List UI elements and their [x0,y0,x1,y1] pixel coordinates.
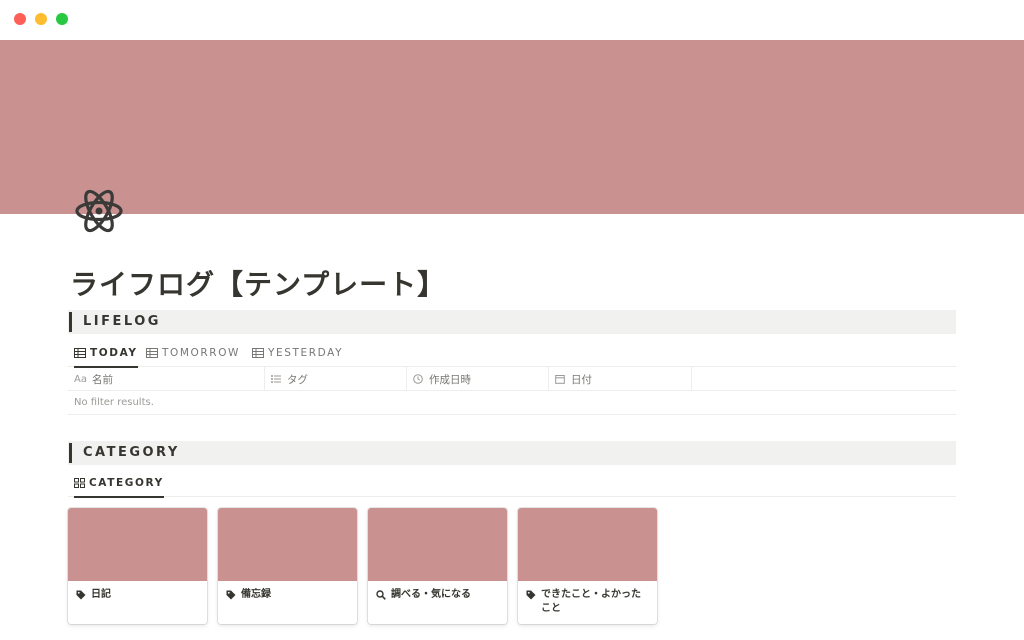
card-cover [218,508,357,581]
lifelog-view-tabs: TODAY TOMORROW YESTERDAY [68,339,956,368]
lifelog-heading: LIFELOG [68,310,956,334]
column-header-name[interactable]: Aa 名前 [68,367,265,391]
category-view-tabs: CATEGORY [68,469,956,498]
gallery-icon [74,478,85,488]
card-title-text: 備忘録 [241,589,271,600]
column-created-label: 作成日時 [429,373,471,386]
column-name-label: 名前 [91,373,113,386]
category-card[interactable]: 日記 [68,508,207,624]
category-heading-label: CATEGORY [83,445,180,460]
tab-today-label: TODAY [90,347,138,359]
window-titlebar [0,0,1024,40]
card-title-text: 調べる・気になる [391,589,471,600]
calendar-icon [555,375,565,384]
lifelog-heading-label: LIFELOG [83,314,161,329]
table-icon [146,348,158,358]
tag-icon [526,590,536,600]
heading-accent-bar [69,443,72,463]
card-title: 備忘録 [218,581,357,602]
card-title: できたこと・よかったこと [518,581,657,616]
list-icon [271,375,281,383]
tab-category[interactable]: CATEGORY [74,469,164,498]
tab-category-label: CATEGORY [89,477,164,489]
tab-tomorrow-label: TOMORROW [162,347,241,359]
page-cover[interactable] [0,40,1024,214]
aa-text-icon: Aa [74,373,87,385]
tab-yesterday-label: YESTERDAY [268,347,344,359]
page-title[interactable]: ライフログ【テンプレート】 [70,263,670,303]
tab-yesterday[interactable]: YESTERDAY [252,339,343,367]
category-card[interactable]: できたこと・よかったこと [518,508,657,624]
column-header-date[interactable]: 日付 [549,367,692,391]
card-title: 調べる・気になる [368,581,507,602]
window-maximize-button[interactable] [56,13,68,25]
tab-tomorrow[interactable]: TOMORROW [146,339,240,367]
window-minimize-button[interactable] [35,13,47,25]
tag-icon [76,590,86,600]
lifelog-table: Aa 名前 タグ 作成日時 日付 No filter results. [68,367,956,415]
card-cover [518,508,657,581]
category-card[interactable]: 調べる・気になる [368,508,507,624]
category-heading: CATEGORY [68,441,956,465]
category-card[interactable]: 備忘録 [218,508,357,624]
card-cover [68,508,207,581]
heading-accent-bar [69,312,72,332]
card-title-text: 日記 [91,589,111,600]
table-icon [252,348,264,358]
table-icon [74,348,86,358]
tag-icon [226,590,236,600]
column-tag-label: タグ [287,373,308,386]
column-header-created[interactable]: 作成日時 [407,367,549,391]
column-header-tag[interactable]: タグ [265,367,407,391]
window-close-button[interactable] [14,13,26,25]
clock-icon [413,374,423,384]
empty-results-row: No filter results. [68,391,956,415]
card-cover [368,508,507,581]
atom-icon[interactable] [74,185,124,237]
card-title-text: できたこと・よかったこと [541,589,641,614]
table-header-row: Aa 名前 タグ 作成日時 日付 [68,367,956,391]
empty-results-text: No filter results. [74,397,154,408]
column-date-label: 日付 [571,373,592,386]
card-title: 日記 [68,581,207,602]
magnifier-icon [376,590,386,600]
tab-today[interactable]: TODAY [74,339,138,368]
